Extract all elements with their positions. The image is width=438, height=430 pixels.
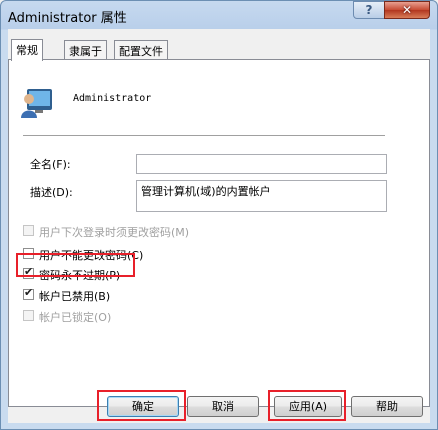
checkmark-icon: ✔ (24, 265, 34, 278)
fullname-field[interactable] (136, 154, 387, 174)
description-field[interactable]: 管理计算机(域)的内置帐户 (136, 180, 387, 212)
tab-general[interactable]: 常规 (11, 39, 43, 61)
checkbox-box[interactable] (23, 248, 34, 259)
checkbox-box[interactable] (23, 225, 34, 236)
checkbox-label: 帐户已禁用(B) (39, 290, 111, 303)
dialog-client: 常规 隶属于 配置文件 Administrator 全名(F): 描述(D): … (8, 29, 430, 423)
help-button[interactable]: 帮助 (351, 396, 423, 417)
checkbox-label: 帐户已锁定(O) (39, 311, 112, 324)
tab-panel-general: Administrator 全名(F): 描述(D): 管理计算机(域)的内置帐… (8, 59, 430, 407)
checkbox-box[interactable] (23, 310, 34, 321)
cancel-button[interactable]: 取消 (187, 396, 259, 417)
checkbox-label: 用户不能更改密码(C) (39, 249, 144, 262)
checkbox-box[interactable]: ✔ (23, 286, 34, 300)
checkmark-icon: ✔ (24, 286, 34, 299)
fullname-label: 全名(F): (30, 158, 71, 171)
separator (23, 135, 385, 137)
tab-member-of[interactable]: 隶属于 (64, 40, 107, 59)
title-bar[interactable]: Administrator 属性 ? ✕ (1, 1, 437, 29)
apply-button[interactable]: 应用(A) (274, 396, 342, 417)
window-title: Administrator 属性 (8, 11, 127, 26)
properties-dialog: Administrator 属性 ? ✕ 常规 隶属于 配置文件 Adminis… (0, 0, 438, 430)
user-icon (21, 89, 52, 118)
description-label: 描述(D): (30, 186, 73, 199)
checkbox-box[interactable]: ✔ (23, 265, 34, 279)
user-name: Administrator (73, 93, 152, 104)
help-title-button[interactable]: ? (353, 1, 385, 19)
close-icon[interactable]: ✕ (384, 1, 430, 19)
tab-profile[interactable]: 配置文件 (114, 40, 168, 59)
checkbox-label: 用户下次登录时须更改密码(M) (39, 226, 190, 239)
ok-button[interactable]: 确定 (107, 396, 179, 417)
checkbox-label: 密码永不过期(P) (39, 269, 121, 282)
